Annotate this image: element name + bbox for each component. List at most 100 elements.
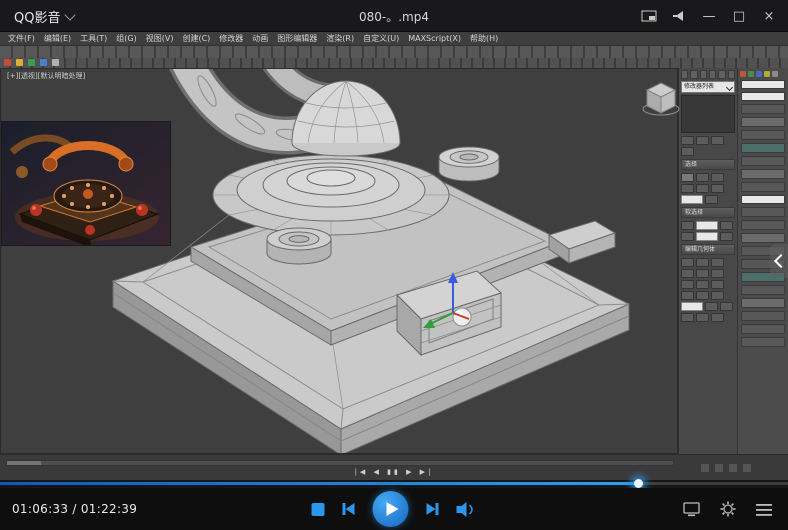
panel-button[interactable] xyxy=(696,313,709,322)
volume-button[interactable] xyxy=(457,502,477,517)
value-field[interactable] xyxy=(696,232,718,241)
panel-button[interactable] xyxy=(741,311,785,321)
rollout-header[interactable]: 选择 xyxy=(681,159,735,170)
panel-button[interactable] xyxy=(711,184,724,193)
play-button[interactable] xyxy=(373,491,409,527)
video-display[interactable]: 文件(F) 编辑(E) 工具(T) 组(G) 视图(V) 创建(C) 修改器 动… xyxy=(0,32,788,480)
stop-button[interactable] xyxy=(312,503,325,516)
menu-item: 修改器 xyxy=(219,32,243,46)
panel-button[interactable] xyxy=(705,195,718,204)
app-menu-button[interactable]: QQ影音 xyxy=(14,0,74,32)
close-button[interactable]: × xyxy=(754,0,784,32)
menu-item: 文件(F) xyxy=(8,32,35,46)
panel-button[interactable] xyxy=(681,221,694,230)
panel-icon[interactable] xyxy=(772,71,778,77)
panel-button[interactable] xyxy=(720,232,733,241)
panel-icon[interactable] xyxy=(740,71,746,77)
panel-button[interactable] xyxy=(696,136,709,145)
rollout-header[interactable]: 编辑几何体 xyxy=(681,244,735,255)
modifier-list-dropdown[interactable]: 修改器列表 xyxy=(681,81,735,93)
panel-button[interactable] xyxy=(741,104,785,114)
value-field[interactable] xyxy=(741,195,785,204)
panel-button[interactable] xyxy=(711,280,724,289)
panel-button[interactable] xyxy=(741,220,785,230)
panel-button[interactable] xyxy=(741,130,785,140)
panel-button[interactable] xyxy=(741,324,785,334)
value-field[interactable] xyxy=(741,92,785,101)
panel-button[interactable] xyxy=(711,136,724,145)
panel-button[interactable] xyxy=(741,182,785,192)
control-bar: 01:06:33 / 01:22:39 xyxy=(0,488,788,530)
panel-button[interactable] xyxy=(696,280,709,289)
minimize-button[interactable]: — xyxy=(694,0,724,32)
command-panel-tabs[interactable] xyxy=(681,70,735,79)
tab-icon[interactable] xyxy=(700,70,707,79)
panel-button[interactable] xyxy=(741,233,785,243)
modifier-stack-list[interactable] xyxy=(681,95,735,133)
panel-button[interactable] xyxy=(696,173,709,182)
menu-item: MAXScript(X) xyxy=(408,32,461,46)
seek-handle[interactable] xyxy=(634,479,643,488)
progress-fill xyxy=(0,482,638,485)
tab-icon[interactable] xyxy=(718,70,725,79)
value-field[interactable] xyxy=(681,302,703,311)
panel-button[interactable] xyxy=(711,291,724,300)
seek-bar[interactable] xyxy=(0,480,788,488)
panel-button[interactable] xyxy=(711,313,724,322)
rollout-header[interactable]: 软选择 xyxy=(681,207,735,218)
panel-button[interactable] xyxy=(681,136,694,145)
panel-button[interactable] xyxy=(741,285,785,295)
tab-icon[interactable] xyxy=(690,70,697,79)
panel-button[interactable] xyxy=(681,184,694,193)
maximize-button[interactable]: □ xyxy=(724,0,754,32)
tab-icon[interactable] xyxy=(681,70,688,79)
panel-button[interactable] xyxy=(681,269,694,278)
app-name-label: QQ影音 xyxy=(14,7,60,26)
panel-button[interactable] xyxy=(681,291,694,300)
capture-button[interactable] xyxy=(683,502,700,517)
panel-button[interactable] xyxy=(681,232,694,241)
panel-button[interactable] xyxy=(711,173,724,182)
panel-button[interactable] xyxy=(681,258,694,267)
panel-button[interactable] xyxy=(741,337,785,347)
panel-button[interactable] xyxy=(741,298,785,308)
mini-mode-icon[interactable] xyxy=(634,0,664,32)
max-track-bar[interactable] xyxy=(6,460,674,466)
value-field[interactable] xyxy=(696,221,718,230)
panel-icon[interactable] xyxy=(756,71,762,77)
tab-icon[interactable] xyxy=(709,70,716,79)
panel-button[interactable] xyxy=(681,173,694,182)
tab-icon[interactable] xyxy=(728,70,735,79)
panel-button[interactable] xyxy=(741,169,785,179)
announce-icon[interactable] xyxy=(664,0,694,32)
panel-button[interactable] xyxy=(711,258,724,267)
panel-button[interactable] xyxy=(681,280,694,289)
playlist-toggle-arrow[interactable] xyxy=(770,244,788,278)
panel-button[interactable] xyxy=(711,269,724,278)
chevron-left-icon xyxy=(774,254,788,268)
panel-button[interactable] xyxy=(681,313,694,322)
panel-button[interactable] xyxy=(696,184,709,193)
max-transport-controls[interactable]: |◀ ◀ ▮▮ ▶ ▶| xyxy=(355,468,434,476)
panel-button[interactable] xyxy=(741,143,785,153)
panel-button[interactable] xyxy=(696,258,709,267)
panel-button[interactable] xyxy=(705,302,718,311)
panel-button[interactable] xyxy=(681,147,694,156)
value-field[interactable] xyxy=(741,80,785,89)
panel-button[interactable] xyxy=(741,117,785,127)
panel-button[interactable] xyxy=(741,156,785,166)
toolbar-icon xyxy=(4,59,11,66)
panel-button[interactable] xyxy=(741,207,785,217)
settings-button[interactable] xyxy=(720,501,736,517)
panel-icon[interactable] xyxy=(748,71,754,77)
panel-button[interactable] xyxy=(696,291,709,300)
value-field[interactable] xyxy=(681,195,703,204)
panel-button[interactable] xyxy=(720,302,733,311)
panel-button[interactable] xyxy=(696,269,709,278)
next-button[interactable] xyxy=(427,503,439,515)
panel-icon[interactable] xyxy=(764,71,770,77)
playlist-button[interactable] xyxy=(756,503,772,516)
previous-button[interactable] xyxy=(343,503,355,515)
panel-button[interactable] xyxy=(720,221,733,230)
time-slider[interactable] xyxy=(7,461,41,465)
